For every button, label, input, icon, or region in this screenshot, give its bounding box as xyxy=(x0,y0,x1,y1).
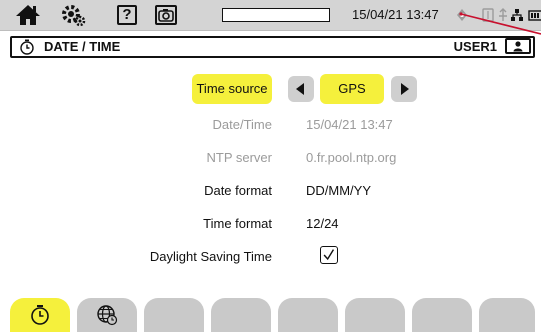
status-bar: ? 15/04/21 13:47 xyxy=(0,0,541,31)
time-source-value-button[interactable]: GPS xyxy=(320,74,384,104)
ntp-server-row: NTP server 0.fr.pool.ntp.org xyxy=(0,147,541,171)
tab-timezone[interactable] xyxy=(77,298,137,332)
usb-icon xyxy=(481,8,495,22)
dst-row: Daylight Saving Time xyxy=(0,246,541,270)
title-bar: DATE / TIME USER1 xyxy=(10,36,535,58)
battery-icon xyxy=(528,8,541,22)
time-source-label-button[interactable]: Time source xyxy=(192,74,272,104)
date-format-label: Date format xyxy=(204,183,272,198)
tab-empty-7[interactable] xyxy=(412,298,472,332)
status-datetime: 15/04/21 13:47 xyxy=(352,7,439,22)
left-arrow-icon xyxy=(296,83,304,95)
camera-icon[interactable] xyxy=(155,5,177,25)
time-format-row[interactable]: Time format 12/24 xyxy=(0,213,541,237)
tab-empty-4[interactable] xyxy=(211,298,271,332)
gps-icon xyxy=(455,8,469,22)
globe-clock-icon xyxy=(97,305,118,326)
dst-label: Daylight Saving Time xyxy=(149,249,272,264)
ntp-server-value: 0.fr.pool.ntp.org xyxy=(306,150,397,165)
date-format-value[interactable]: DD/MM/YY xyxy=(306,183,371,198)
previous-arrow-button[interactable] xyxy=(288,76,314,102)
datetime-row: Date/Time 15/04/21 13:47 xyxy=(0,114,541,138)
tab-empty-6[interactable] xyxy=(345,298,405,332)
right-arrow-icon xyxy=(401,83,409,95)
user-button[interactable] xyxy=(505,38,531,54)
user-label: USER1 xyxy=(453,39,497,54)
date-format-row[interactable]: Date format DD/MM/YY xyxy=(0,180,541,204)
time-format-value[interactable]: 12/24 xyxy=(306,216,339,231)
tab-empty-5[interactable] xyxy=(278,298,338,332)
page-title: DATE / TIME xyxy=(44,39,121,54)
clock-icon xyxy=(31,305,49,325)
settings-icon[interactable] xyxy=(60,3,86,27)
clock-icon xyxy=(20,39,34,55)
next-arrow-button[interactable] xyxy=(391,76,417,102)
ntp-server-label: NTP server xyxy=(206,150,273,165)
dst-checkbox[interactable] xyxy=(320,246,338,264)
help-icon[interactable]: ? xyxy=(117,5,137,25)
network-icon xyxy=(510,8,524,22)
tab-date-time[interactable] xyxy=(10,298,70,332)
datetime-value: 15/04/21 13:47 xyxy=(306,117,393,132)
user-icon xyxy=(513,41,523,52)
checkmark-icon xyxy=(323,249,335,261)
progress-bar xyxy=(222,8,330,22)
datetime-label: Date/Time xyxy=(212,117,272,132)
time-format-label: Time format xyxy=(203,216,272,231)
tab-empty-3[interactable] xyxy=(144,298,204,332)
bottom-tabs xyxy=(0,298,541,332)
tab-empty-8[interactable] xyxy=(479,298,535,332)
home-icon[interactable] xyxy=(14,3,42,27)
plug-icon xyxy=(497,8,509,22)
